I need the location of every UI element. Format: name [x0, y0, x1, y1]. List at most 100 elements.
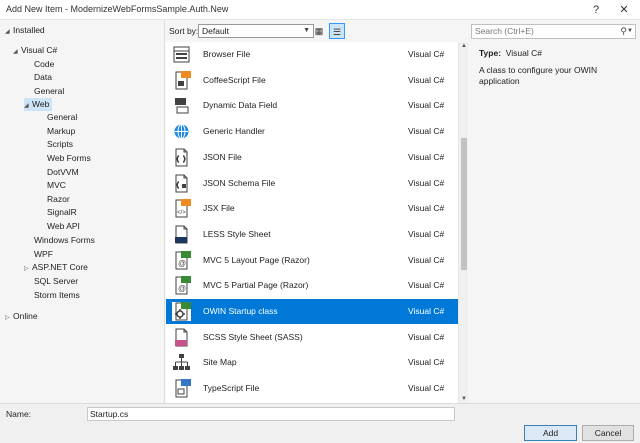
template-item[interactable]: LESS Style Sheet Visual C# — [166, 222, 458, 247]
template-item[interactable]: Site Map Visual C# — [166, 350, 458, 375]
template-item-name: CoffeeScript File — [203, 74, 266, 85]
template-item[interactable]: @ MVC 5 Partial Page (Razor) Visual C# — [166, 273, 458, 298]
tree-item-aspnet-core[interactable]: ▷ ASP.NET Core — [24, 261, 88, 274]
item-description: A class to configure your OWIN applicati… — [479, 65, 598, 86]
list-toolbar: Sort by: Default ▼ ▦ ☰ — [166, 20, 466, 42]
template-item-name: Dynamic Data Field — [203, 100, 278, 111]
template-item[interactable]: </> JSX File Visual C# — [166, 196, 458, 221]
template-item-type: Visual C# — [408, 280, 445, 291]
dynamic-data-field-icon — [172, 96, 191, 115]
template-item-type: Visual C# — [408, 151, 445, 162]
tree-item-storm-items[interactable]: Storm Items — [34, 289, 80, 302]
tree-item-wpf[interactable]: WPF — [34, 248, 53, 261]
help-button[interactable]: ? — [584, 0, 608, 20]
template-item[interactable]: SCSS Style Sheet (SASS) Visual C# — [166, 325, 458, 350]
mvc-layout-page-icon: @ — [172, 250, 191, 270]
list-view-icon[interactable]: ☰ — [329, 23, 345, 39]
grid-view-icon[interactable]: ▦ — [311, 23, 327, 39]
template-item-name: SCSS Style Sheet (SASS) — [203, 331, 303, 342]
title-bar: Add New Item - ModernizeWebFormsSample.A… — [0, 0, 640, 20]
collapse-arrow-icon: ◢ — [5, 29, 10, 35]
template-item[interactable]: OWIN Startup class Visual C# — [166, 299, 458, 324]
template-item[interactable]: JSON File Visual C# — [166, 145, 458, 170]
template-item-type: Visual C# — [408, 177, 445, 188]
template-item-name: Generic Handler — [203, 126, 265, 137]
add-button[interactable]: Add — [524, 425, 577, 441]
expand-arrow-icon: ▷ — [24, 266, 29, 272]
sort-label: Sort by: — [169, 26, 199, 36]
scroll-up-icon[interactable]: ▲ — [460, 43, 468, 49]
tree-item-web-api[interactable]: Web API — [47, 220, 80, 233]
owin-startup-class-icon — [172, 302, 191, 321]
mvc-partial-page-icon: @ — [172, 276, 191, 295]
tree-item-web-forms[interactable]: Web Forms — [47, 152, 91, 165]
tree-item-general[interactable]: General — [34, 85, 64, 98]
scroll-down-icon[interactable]: ▼ — [460, 396, 468, 402]
template-item-name: JSON Schema File — [203, 177, 276, 188]
tree-item-installed[interactable]: ◢ Installed — [5, 24, 45, 37]
template-item-type: Visual C# — [408, 203, 445, 214]
tree-item-online[interactable]: ▷ Online — [5, 310, 38, 323]
template-item[interactable]: JSON Schema File Visual C# — [166, 171, 458, 196]
chevron-down-icon[interactable]: ▼ — [627, 25, 633, 38]
tree-item-windows-forms[interactable]: Windows Forms — [34, 234, 95, 247]
tree-item-code[interactable]: Code — [34, 58, 54, 71]
template-item-type: Visual C# — [408, 74, 445, 85]
type-row: Type: Visual C# — [479, 48, 543, 58]
collapse-arrow-icon: ◢ — [24, 103, 29, 109]
name-label: Name: — [6, 409, 32, 419]
tree-item-visual-csharp[interactable]: ◢ Visual C# — [13, 44, 57, 57]
less-style-sheet-icon — [172, 225, 191, 244]
typescript-file-icon — [172, 379, 191, 398]
site-map-icon — [172, 353, 191, 372]
tree-item-web-general[interactable]: General — [47, 111, 77, 124]
tree-item-scripts[interactable]: Scripts — [47, 138, 73, 151]
tree-item-data[interactable]: Data — [34, 71, 52, 84]
template-item-type: Visual C# — [408, 228, 445, 239]
tree-item-dotvvm[interactable]: DotVVM — [47, 166, 79, 179]
jsx-file-icon: </> — [172, 199, 191, 218]
svg-text:@: @ — [178, 259, 186, 268]
json-schema-file-icon — [172, 174, 191, 193]
browser-file-icon — [172, 45, 191, 64]
template-list: Browser File Visual C# CoffeeScript File Vi… — [166, 42, 458, 403]
tree-item-signalr[interactable]: SignalR — [47, 206, 77, 219]
details-panel: Search (Ctrl+E) ⚲ ▼ Type: Visual C# A cl… — [468, 20, 640, 403]
close-button[interactable]: ✕ — [612, 0, 636, 20]
svg-text:</>: </> — [177, 210, 186, 216]
sort-dropdown[interactable]: Default ▼ — [198, 24, 314, 38]
template-item[interactable]: TypeScript File Visual C# — [166, 376, 458, 401]
template-item-type: Visual C# — [408, 254, 445, 265]
template-item[interactable]: Generic Handler Visual C# — [166, 119, 458, 144]
template-item[interactable]: @ MVC 5 Layout Page (Razor) Visual C# — [166, 248, 458, 273]
bottom-bar: Name: Startup.cs Add Cancel — [0, 403, 640, 443]
template-item-type: Visual C# — [408, 357, 445, 368]
template-item-type: Visual C# — [408, 383, 445, 394]
template-item[interactable]: CoffeeScript File Visual C# — [166, 68, 458, 93]
template-item-name: MVC 5 Layout Page (Razor) — [203, 254, 310, 265]
tree-item-sql-server[interactable]: SQL Server — [34, 275, 78, 288]
name-field[interactable]: Startup.cs — [87, 407, 455, 421]
tree-item-mvc[interactable]: MVC — [47, 179, 66, 192]
template-item-name: TypeScript File — [203, 383, 260, 394]
template-item-name: JSON File — [203, 151, 242, 162]
template-item-type: Visual C# — [408, 126, 445, 137]
search-input[interactable]: Search (Ctrl+E) ⚲ ▼ — [471, 24, 636, 39]
template-item-type: Visual C# — [408, 306, 445, 316]
json-file-icon — [172, 148, 191, 167]
expand-arrow-icon: ▷ — [5, 315, 10, 321]
tree-item-web[interactable]: ◢ Web — [24, 98, 52, 111]
coffeescript-file-icon — [172, 70, 191, 90]
collapse-arrow-icon: ◢ — [13, 49, 18, 55]
svg-text:@: @ — [178, 284, 186, 293]
template-item-type: Visual C# — [408, 331, 445, 342]
tree-item-markup[interactable]: Markup — [47, 125, 75, 138]
scrollbar-thumb[interactable] — [461, 138, 467, 270]
list-scrollbar[interactable]: ▲ ▼ — [458, 42, 468, 403]
template-item[interactable]: Browser File Visual C# — [166, 42, 458, 67]
category-tree: ◢ Installed ◢ Visual C# Code Data General … — [0, 20, 165, 403]
cancel-button[interactable]: Cancel — [582, 425, 634, 441]
search-icon: ⚲ — [620, 26, 627, 36]
template-item[interactable]: Dynamic Data Field Visual C# — [166, 93, 458, 118]
tree-item-razor[interactable]: Razor — [47, 193, 70, 206]
